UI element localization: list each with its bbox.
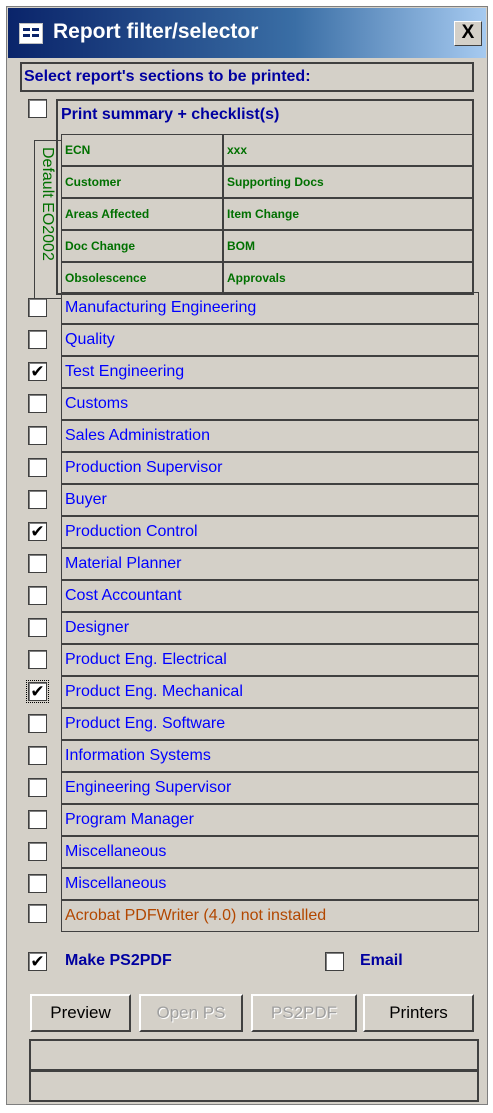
pdfwriter-checkbox[interactable] bbox=[28, 904, 47, 923]
department-checkbox[interactable] bbox=[28, 298, 47, 317]
summary-grid-cell-right: Item Change bbox=[223, 198, 473, 230]
department-checkbox[interactable]: ✔ bbox=[26, 680, 49, 703]
department-checkbox[interactable]: ✔ bbox=[28, 522, 47, 541]
summary-grid-cell-left: Customer bbox=[61, 166, 223, 198]
department-row[interactable]: Manufacturing Engineering bbox=[61, 292, 479, 324]
pdfwriter-status: Acrobat PDFWriter (4.0) not installed bbox=[61, 900, 479, 932]
printers-button[interactable]: Printers bbox=[363, 994, 474, 1032]
status-bar-1 bbox=[29, 1039, 479, 1071]
default-eo-label-box: Default EO2002 bbox=[34, 140, 62, 299]
sections-header: Select report's sections to be printed: bbox=[24, 68, 311, 85]
department-row[interactable]: Sales Administration bbox=[61, 420, 479, 452]
summary-grid-cell-right: xxx bbox=[223, 134, 473, 166]
department-row[interactable]: Miscellaneous bbox=[61, 868, 479, 900]
department-checkbox[interactable] bbox=[28, 810, 47, 829]
department-checkbox[interactable] bbox=[28, 554, 47, 573]
department-checkbox[interactable] bbox=[28, 714, 47, 733]
status-bar-2 bbox=[29, 1070, 479, 1102]
department-checkbox[interactable] bbox=[28, 842, 47, 861]
department-row[interactable]: Engineering Supervisor bbox=[61, 772, 479, 804]
department-checkbox[interactable] bbox=[28, 458, 47, 477]
form-icon bbox=[19, 23, 43, 44]
make-ps2pdf-checkbox[interactable]: ✔ bbox=[28, 952, 47, 971]
department-row[interactable]: Material Planner bbox=[61, 548, 479, 580]
department-row[interactable]: Cost Accountant bbox=[61, 580, 479, 612]
summary-grid-cell-left: Areas Affected bbox=[61, 198, 223, 230]
summary-grid-cell-right: Supporting Docs bbox=[223, 166, 473, 198]
department-row[interactable]: Production Supervisor bbox=[61, 452, 479, 484]
email-label: Email bbox=[360, 952, 403, 969]
default-eo-label: Default EO2002 bbox=[39, 147, 56, 261]
make-ps2pdf-label: Make PS2PDF bbox=[65, 952, 172, 969]
department-checkbox[interactable]: ✔ bbox=[28, 362, 47, 381]
email-checkbox[interactable] bbox=[325, 952, 344, 971]
department-checkbox[interactable] bbox=[28, 586, 47, 605]
summary-grid-cell-right: Approvals bbox=[223, 262, 473, 294]
department-row[interactable]: Designer bbox=[61, 612, 479, 644]
summary-label: Print summary + checklist(s) bbox=[61, 106, 280, 123]
department-row[interactable]: Customs bbox=[61, 388, 479, 420]
window-title: Report filter/selector bbox=[53, 20, 259, 43]
department-row[interactable]: Test Engineering bbox=[61, 356, 479, 388]
department-checkbox[interactable] bbox=[28, 426, 47, 445]
department-row[interactable]: Production Control bbox=[61, 516, 479, 548]
ps2pdf-button[interactable]: PS2PDF bbox=[251, 994, 357, 1032]
department-checkbox[interactable] bbox=[28, 778, 47, 797]
department-row[interactable]: Product Eng. Mechanical bbox=[61, 676, 479, 708]
department-row[interactable]: Product Eng. Software bbox=[61, 708, 479, 740]
department-row[interactable]: Miscellaneous bbox=[61, 836, 479, 868]
department-checkbox[interactable] bbox=[28, 490, 47, 509]
summary-grid-cell-right: BOM bbox=[223, 230, 473, 262]
open-ps-button[interactable]: Open PS bbox=[139, 994, 243, 1032]
department-checkbox[interactable] bbox=[28, 330, 47, 349]
department-row[interactable]: Information Systems bbox=[61, 740, 479, 772]
preview-button[interactable]: Preview bbox=[30, 994, 131, 1032]
department-row[interactable]: Product Eng. Electrical bbox=[61, 644, 479, 676]
department-checkbox[interactable] bbox=[28, 746, 47, 765]
department-checkbox[interactable] bbox=[28, 650, 47, 669]
department-checkbox[interactable] bbox=[28, 874, 47, 893]
summary-grid-cell-left: ECN bbox=[61, 134, 223, 166]
title-bar: Report filter/selector X bbox=[8, 8, 486, 58]
close-button[interactable]: X bbox=[454, 21, 482, 46]
summary-grid-cell-left: Doc Change bbox=[61, 230, 223, 262]
report-filter-window: Report filter/selector X Select report's… bbox=[6, 6, 488, 1105]
sections-header-box: Select report's sections to be printed: bbox=[20, 62, 474, 92]
department-checkbox[interactable] bbox=[28, 618, 47, 637]
summary-checkbox[interactable] bbox=[28, 99, 47, 118]
department-row[interactable]: Quality bbox=[61, 324, 479, 356]
department-row[interactable]: Program Manager bbox=[61, 804, 479, 836]
department-checkbox[interactable] bbox=[28, 394, 47, 413]
summary-grid-cell-left: Obsolescence bbox=[61, 262, 223, 294]
department-row[interactable]: Buyer bbox=[61, 484, 479, 516]
